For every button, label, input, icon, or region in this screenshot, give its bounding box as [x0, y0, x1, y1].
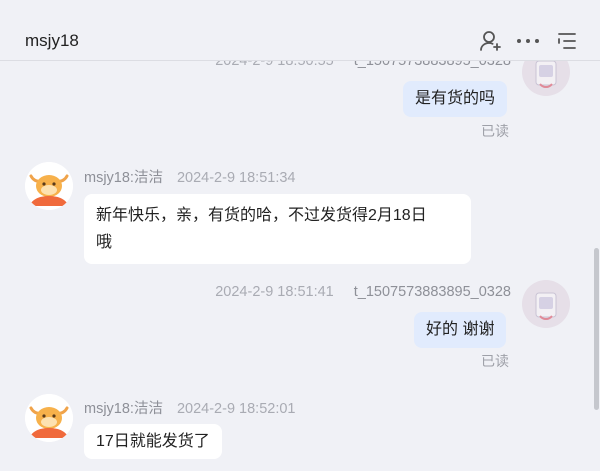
message-bubble: 新年快乐，亲，有货的哈，不过发货得2月18日 哦 — [84, 194, 471, 264]
message-list[interactable]: 2024-2-9 18:50:55 t_1507573883895_0328 是有… — [0, 61, 600, 471]
message-sender: msjy18:洁洁 — [84, 401, 163, 417]
message-time: 2024-2-9 18:52:01 — [176, 401, 296, 417]
avatar[interactable] — [25, 394, 73, 442]
message-bubble: 17日就能发货了 — [84, 424, 222, 459]
avatar[interactable] — [522, 280, 570, 328]
user-add-icon[interactable] — [479, 29, 503, 53]
chat-title: msjy18 — [25, 31, 79, 50]
message-meta: msjy18:洁洁 2024-2-9 18:52:01 — [84, 397, 295, 418]
message-sender: t_1507573883895_0328 — [353, 284, 511, 300]
message-bubble: 好的 谢谢 — [414, 312, 507, 348]
message-sender: t_1507573883895_0328 — [353, 61, 511, 69]
message-meta: 2024-2-9 18:51:41 t_1507573883895_0328 — [215, 284, 511, 300]
message-time: 2024-2-9 18:50:55 — [215, 61, 334, 69]
menu-list-icon[interactable] — [555, 29, 579, 53]
avatar[interactable] — [522, 61, 570, 96]
message-meta: 2024-2-9 18:50:55 t_1507573883895_0328 — [215, 61, 511, 69]
more-icon[interactable] — [516, 29, 540, 53]
message-sender: msjy18:洁洁 — [84, 170, 163, 186]
avatar[interactable] — [25, 162, 73, 210]
message-bubble: 是有货的吗 — [403, 81, 508, 117]
message-time: 2024-2-9 18:51:41 — [215, 284, 334, 300]
read-status: 已读 — [481, 123, 509, 139]
chat-header: msjy18 — [0, 0, 600, 61]
message-line: 哦 — [96, 234, 113, 251]
scrollbar[interactable] — [594, 248, 599, 410]
message-time: 2024-2-9 18:51:34 — [176, 170, 296, 186]
message-line: 新年快乐，亲，有货的哈，不过发货得2月18日 — [96, 207, 427, 224]
read-status: 已读 — [481, 353, 509, 369]
message-meta: msjy18:洁洁 2024-2-9 18:51:34 — [84, 166, 295, 187]
